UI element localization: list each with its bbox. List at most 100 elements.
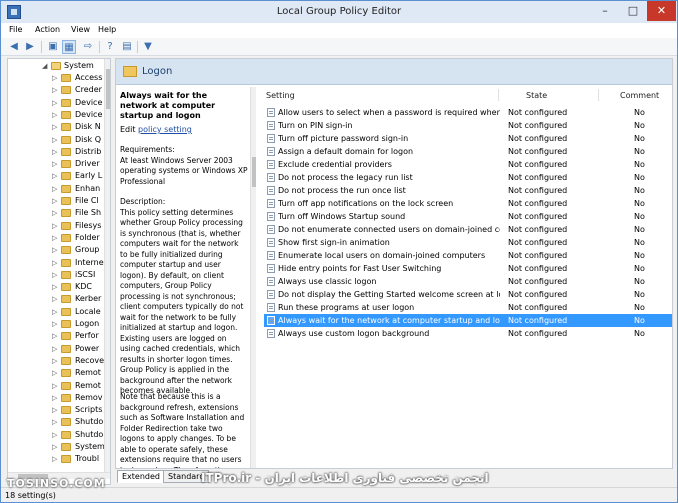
tree-item[interactable]: ▷ Folder xyxy=(8,232,104,244)
table-row[interactable]: Always use custom logon background Not co… xyxy=(264,327,672,340)
expand-icon[interactable]: ▷ xyxy=(52,185,58,193)
expand-icon[interactable]: ▷ xyxy=(52,406,58,414)
tree-item[interactable]: ▷ Disk Q xyxy=(8,134,104,146)
tree-item[interactable]: ▷ Remot xyxy=(8,380,104,392)
menu-help[interactable]: Help xyxy=(98,25,116,34)
tree-item[interactable]: ▷ iSCSI xyxy=(8,269,104,281)
table-row[interactable]: Turn off picture password sign-in Not con… xyxy=(264,132,672,145)
filter-icon[interactable]: ▼ xyxy=(141,40,155,54)
scroll-thumb[interactable] xyxy=(252,157,256,187)
collapse-icon[interactable]: ◢ xyxy=(42,62,48,70)
table-row[interactable]: Enumerate local users on domain-joined c… xyxy=(264,249,672,262)
tree-item[interactable]: ▷ Remot xyxy=(8,367,104,379)
table-row[interactable]: Run these programs at user logon Not conf… xyxy=(264,301,672,314)
table-row[interactable]: Always use classic logon Not configured No xyxy=(264,275,672,288)
expand-icon[interactable]: ▷ xyxy=(52,99,58,107)
expand-icon[interactable]: ▷ xyxy=(52,443,58,451)
expand-icon[interactable]: ▷ xyxy=(52,259,58,267)
table-row[interactable]: Do not enumerate connected users on doma… xyxy=(264,223,672,236)
scroll-thumb[interactable] xyxy=(106,69,110,109)
column-separator[interactable] xyxy=(498,89,499,101)
up-icon[interactable]: ▣ xyxy=(46,40,60,54)
expand-icon[interactable]: ▷ xyxy=(52,222,58,230)
table-row[interactable]: Assign a default domain for logon Not con… xyxy=(264,145,672,158)
description-scrollbar[interactable] xyxy=(250,87,256,468)
table-row[interactable]: Show first sign-in animation Not configur… xyxy=(264,236,672,249)
expand-icon[interactable]: ▷ xyxy=(52,320,58,328)
expand-icon[interactable]: ▷ xyxy=(52,369,58,377)
table-row[interactable]: Allow users to select when a password is… xyxy=(264,106,672,119)
tree-item[interactable]: ▷ Driver xyxy=(8,158,104,170)
expand-icon[interactable]: ▷ xyxy=(52,123,58,131)
tree-item[interactable]: ▷ Filesys xyxy=(8,220,104,232)
expand-icon[interactable]: ▷ xyxy=(52,283,58,291)
menu-view[interactable]: View xyxy=(71,25,90,34)
expand-icon[interactable]: ▷ xyxy=(52,160,58,168)
table-row[interactable]: Hide entry points for Fast User Switchin… xyxy=(264,262,672,275)
tree-vertical-scrollbar[interactable] xyxy=(104,59,110,472)
tree-item[interactable]: ▷ Locale xyxy=(8,306,104,318)
show-tree-icon[interactable]: ▦ xyxy=(62,40,76,54)
expand-icon[interactable]: ▷ xyxy=(52,308,58,316)
expand-icon[interactable]: ▷ xyxy=(52,431,58,439)
export-icon[interactable]: ⇨ xyxy=(81,40,95,54)
tree-item[interactable]: ▷ Troubl xyxy=(8,453,104,465)
expand-icon[interactable]: ▷ xyxy=(52,86,58,94)
tree-item[interactable]: ▷ Shutdo xyxy=(8,416,104,428)
expand-icon[interactable]: ▷ xyxy=(52,455,58,463)
expand-icon[interactable]: ▷ xyxy=(52,271,58,279)
table-row[interactable]: Always wait for the network at computer … xyxy=(264,314,672,327)
tree-item[interactable]: ▷ Shutdo xyxy=(8,429,104,441)
expand-icon[interactable]: ▷ xyxy=(52,246,58,254)
expand-icon[interactable]: ▷ xyxy=(52,418,58,426)
column-header-setting[interactable]: Setting xyxy=(266,91,295,100)
minimize-button[interactable]: – xyxy=(591,1,619,21)
expand-icon[interactable]: ▷ xyxy=(52,74,58,82)
expand-icon[interactable]: ▷ xyxy=(52,172,58,180)
expand-icon[interactable]: ▷ xyxy=(52,197,58,205)
tree-item[interactable]: ▷ Kerber xyxy=(8,293,104,305)
back-icon[interactable]: ◀ xyxy=(7,40,21,54)
tree-item[interactable]: ▷ Scripts xyxy=(8,404,104,416)
expand-icon[interactable]: ▷ xyxy=(52,234,58,242)
expand-icon[interactable]: ▷ xyxy=(52,394,58,402)
tree-item[interactable]: ▷ Logon xyxy=(8,318,104,330)
tree-item[interactable]: ▷ Recove xyxy=(8,355,104,367)
column-header-state[interactable]: State xyxy=(526,91,547,100)
expand-icon[interactable]: ▷ xyxy=(52,295,58,303)
menu-action[interactable]: Action xyxy=(35,25,60,34)
tree-pane[interactable]: ◢ System ▷ Access ▷ Creder ▷ Device ▷ Device ▷ Di… xyxy=(7,58,111,485)
tree-item[interactable]: ▷ Early L xyxy=(8,170,104,182)
tree-item[interactable]: ▷ Group xyxy=(8,244,104,256)
properties-icon[interactable]: ▤ xyxy=(120,40,134,54)
table-row[interactable]: Turn off Windows Startup sound Not config… xyxy=(264,210,672,223)
forward-icon[interactable]: ▶ xyxy=(23,40,37,54)
expand-icon[interactable]: ▷ xyxy=(52,148,58,156)
column-separator[interactable] xyxy=(598,89,599,101)
tree-item[interactable]: ▷ System xyxy=(8,441,105,453)
tree-item[interactable]: ▷ File Sh xyxy=(8,207,104,219)
table-row[interactable]: Exclude credential providers Not configur… xyxy=(264,158,672,171)
expand-icon[interactable]: ▷ xyxy=(52,209,58,217)
table-row[interactable]: Turn off app notifications on the lock s… xyxy=(264,197,672,210)
tree-item[interactable]: ▷ Access xyxy=(8,72,104,84)
edit-policy-link[interactable]: policy setting xyxy=(138,125,192,134)
expand-icon[interactable]: ▷ xyxy=(52,357,58,365)
tree-item[interactable]: ▷ Creder xyxy=(8,84,104,96)
help-icon[interactable]: ? xyxy=(103,40,117,54)
tree-item-system[interactable]: ◢ System xyxy=(8,60,104,72)
tree-item[interactable]: ▷ Power xyxy=(8,343,104,355)
expand-icon[interactable]: ▷ xyxy=(52,111,58,119)
table-row[interactable]: Do not process the legacy run list Not co… xyxy=(264,171,672,184)
tree-item[interactable]: ▷ KDC xyxy=(8,281,104,293)
table-row[interactable]: Do not display the Getting Started welco… xyxy=(264,288,672,301)
column-header-comment[interactable]: Comment xyxy=(620,91,659,100)
expand-icon[interactable]: ▷ xyxy=(52,332,58,340)
menu-file[interactable]: File xyxy=(9,25,22,34)
tree-item[interactable]: ▷ File Cl xyxy=(8,195,104,207)
tree-item[interactable]: ▷ Disk N xyxy=(8,121,104,133)
maximize-button[interactable]: □ xyxy=(619,1,647,21)
tree-item[interactable]: ▷ Enhan xyxy=(8,183,104,195)
table-row[interactable]: Do not process the run once list Not conf… xyxy=(264,184,672,197)
tree-item[interactable]: ▷ Distrib xyxy=(8,146,104,158)
